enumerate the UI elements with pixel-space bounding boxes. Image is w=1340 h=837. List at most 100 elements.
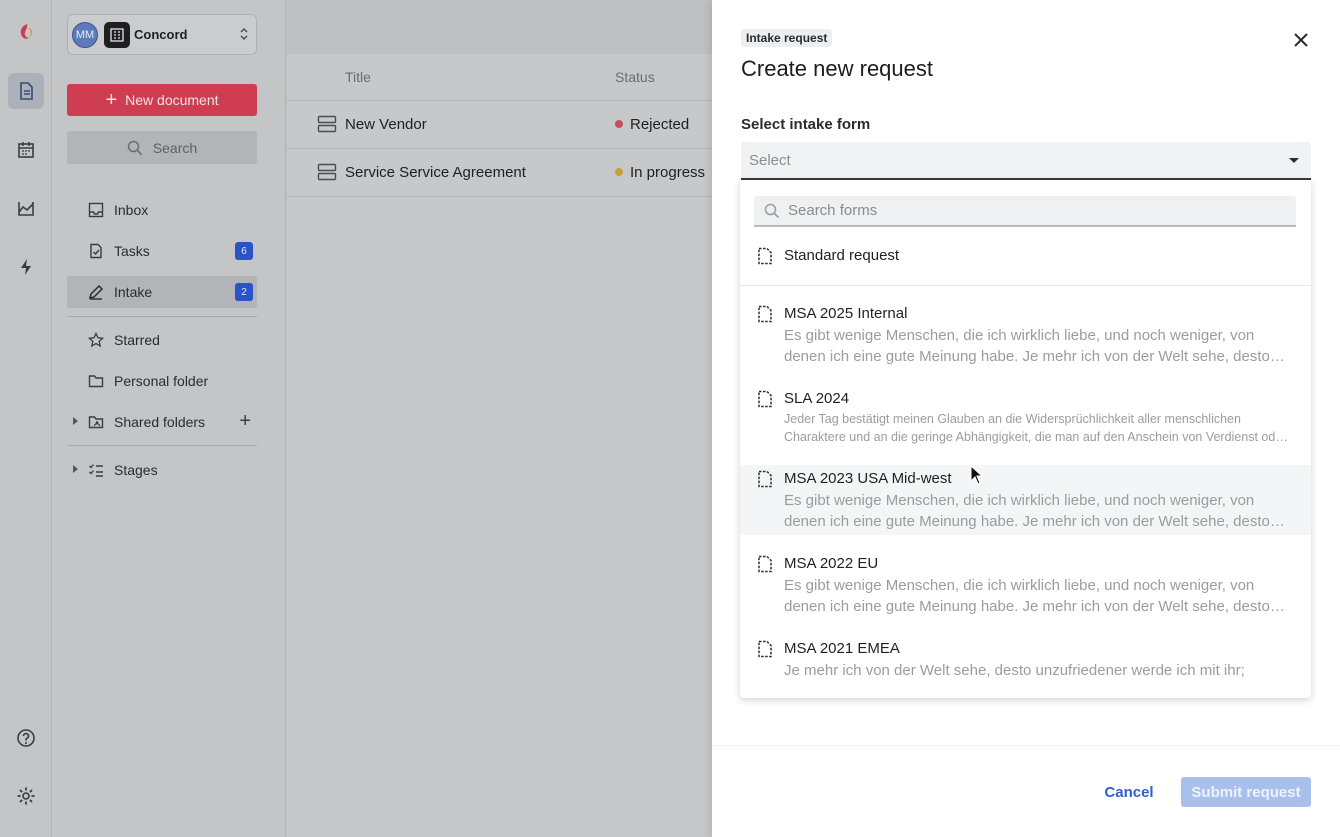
document-icon xyxy=(758,247,772,265)
new-document-label: New document xyxy=(125,92,219,108)
sidebar-item-label: Starred xyxy=(114,332,160,348)
insights-icon[interactable] xyxy=(8,190,44,226)
expand-caret-icon[interactable] xyxy=(73,465,78,473)
sidebar-item-label: Intake xyxy=(114,284,153,300)
document-icon xyxy=(758,640,772,658)
close-icon xyxy=(1294,33,1308,47)
cancel-button[interactable]: Cancel xyxy=(1096,777,1162,807)
sidebar-item-tasks[interactable]: Tasks 6 xyxy=(67,235,257,267)
sidebar-item-personal-folder[interactable]: Personal folder xyxy=(67,365,257,397)
intake-form-select[interactable]: Select xyxy=(741,142,1311,180)
sidebar: MM Concord + New document Search Inbox T… xyxy=(52,0,286,837)
automation-icon[interactable] xyxy=(8,249,44,285)
form-option-description: Je mehr ich von der Welt sehe, desto unz… xyxy=(784,662,1245,679)
chevron-up-down-icon xyxy=(240,28,248,40)
status-badge: Rejected xyxy=(630,116,690,133)
status-dot xyxy=(615,120,623,128)
drawer-title: Create new request xyxy=(741,56,933,81)
sidebar-search[interactable]: Search xyxy=(67,131,257,164)
search-label: Search xyxy=(152,139,198,156)
form-option-standard-request[interactable]: Standard request xyxy=(740,238,1311,284)
sidebar-item-shared-folders[interactable]: Shared folders + xyxy=(67,406,257,438)
row-title: New Vendor xyxy=(345,116,427,133)
add-folder-icon[interactable]: + xyxy=(239,410,251,433)
form-option-name: MSA 2025 Internal xyxy=(784,305,908,322)
folder-icon xyxy=(87,372,105,390)
intake-form-label: Select intake form xyxy=(741,116,871,133)
sidebar-item-label: Personal folder xyxy=(114,373,209,389)
table-row[interactable]: New Vendor Rejected xyxy=(287,100,717,148)
form-option-name: MSA 2021 EMEA xyxy=(784,640,900,657)
calendar-icon[interactable] xyxy=(8,132,44,168)
form-option-msa-2021-emea[interactable]: MSA 2021 EMEA Je mehr ich von der Welt s… xyxy=(740,635,1311,691)
search-forms-input[interactable] xyxy=(788,202,1268,219)
star-icon xyxy=(87,331,105,349)
sidebar-item-label: Inbox xyxy=(114,202,149,218)
select-placeholder: Select xyxy=(749,151,791,169)
close-button[interactable] xyxy=(1290,29,1312,51)
form-option-sla-2024[interactable]: SLA 2024 Jeder Tag bestätigt meinen Glau… xyxy=(740,381,1311,459)
divider xyxy=(67,316,257,317)
dropdown-arrow-icon xyxy=(1289,158,1299,163)
sidebar-item-label: Shared folders xyxy=(114,414,206,430)
search-icon xyxy=(127,140,142,155)
app-rail xyxy=(0,0,52,837)
new-document-button[interactable]: + New document xyxy=(67,84,257,116)
form-option-description: Es gibt wenige Menschen, die ich wirklic… xyxy=(784,492,1270,530)
column-header-status[interactable]: Status xyxy=(615,54,655,100)
workspace-switcher[interactable]: MM Concord xyxy=(67,14,257,55)
sidebar-item-starred[interactable]: Starred xyxy=(67,324,257,356)
form-option-description: Es gibt wenige Menschen, die ich wirklic… xyxy=(784,327,1270,365)
document-icon xyxy=(758,390,772,408)
sidebar-item-intake[interactable]: Intake 2 xyxy=(67,276,257,308)
document-icon xyxy=(758,305,772,323)
form-option-msa-2023-usa-mid-west[interactable]: MSA 2023 USA Mid-west Es gibt wenige Men… xyxy=(740,465,1311,535)
form-search-field[interactable] xyxy=(754,196,1296,227)
sidebar-item-stages[interactable]: Stages xyxy=(67,454,257,486)
create-request-drawer: Intake request Create new request Select… xyxy=(712,0,1340,837)
documents-table: Title Status New Vendor Rejected Service… xyxy=(287,54,717,837)
count-badge: 2 xyxy=(235,283,253,301)
document-icon xyxy=(758,555,772,573)
form-icon xyxy=(317,163,337,181)
inbox-icon xyxy=(87,201,105,219)
search-icon xyxy=(764,203,780,218)
settings-icon[interactable] xyxy=(8,778,44,814)
divider xyxy=(740,285,1311,286)
app-logo-icon[interactable] xyxy=(8,14,44,50)
drawer-tag: Intake request xyxy=(741,29,833,47)
form-option-msa-2022-eu[interactable]: MSA 2022 EU Es gibt wenige Menschen, die… xyxy=(740,550,1311,628)
edit-icon xyxy=(87,283,105,301)
form-option-name: SLA 2024 xyxy=(784,390,850,407)
plus-icon: + xyxy=(105,89,118,111)
submit-request-button[interactable]: Submit request xyxy=(1181,777,1311,807)
form-option-name: Standard request xyxy=(784,247,900,264)
table-row[interactable]: Service Service Agreement In progress xyxy=(287,148,717,196)
divider xyxy=(67,445,257,446)
column-header-title[interactable]: Title xyxy=(345,54,371,100)
documents-icon[interactable] xyxy=(8,73,44,109)
document-icon xyxy=(758,470,772,488)
shared-folder-icon xyxy=(87,413,105,431)
form-option-description: Jeder Tag bestätigt meinen Glauben an di… xyxy=(784,412,1287,444)
tasks-icon xyxy=(87,242,105,260)
footer-divider xyxy=(712,745,1340,746)
form-option-name: MSA 2023 USA Mid-west xyxy=(784,470,952,487)
form-icon xyxy=(317,115,337,133)
avatar: MM xyxy=(72,21,98,48)
expand-caret-icon[interactable] xyxy=(73,417,78,425)
intake-form-dropdown: Standard request MSA 2025 Internal Es gi… xyxy=(740,180,1311,698)
organization-name: Concord xyxy=(134,27,188,42)
count-badge: 6 xyxy=(235,242,253,260)
organization-icon xyxy=(104,21,130,48)
form-option-msa-2025-internal[interactable]: MSA 2025 Internal Es gibt wenige Mensche… xyxy=(740,296,1311,374)
help-icon[interactable] xyxy=(8,720,44,756)
status-badge: In progress xyxy=(630,164,706,181)
status-dot xyxy=(615,168,623,176)
mouse-cursor-icon xyxy=(970,465,984,485)
sidebar-item-label: Stages xyxy=(114,462,158,478)
divider xyxy=(287,196,717,197)
row-title: Service Service Agreement xyxy=(345,164,526,181)
sidebar-item-inbox[interactable]: Inbox xyxy=(67,194,257,226)
form-option-name: MSA 2022 EU xyxy=(784,555,879,572)
